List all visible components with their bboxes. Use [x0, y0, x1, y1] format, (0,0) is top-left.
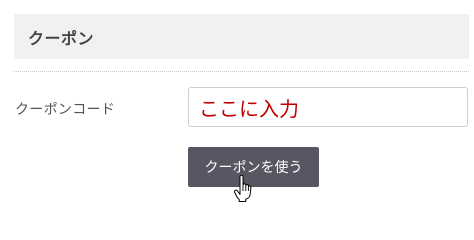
coupon-code-input[interactable] — [188, 87, 468, 127]
section-title: クーポン — [28, 28, 95, 48]
apply-coupon-button[interactable]: クーポンを使う — [188, 147, 319, 187]
dotted-divider — [14, 71, 469, 72]
apply-coupon-button-label: クーポンを使う — [204, 160, 303, 176]
coupon-section-header: クーポン — [14, 14, 469, 59]
coupon-code-label: クーポンコード — [15, 102, 116, 118]
